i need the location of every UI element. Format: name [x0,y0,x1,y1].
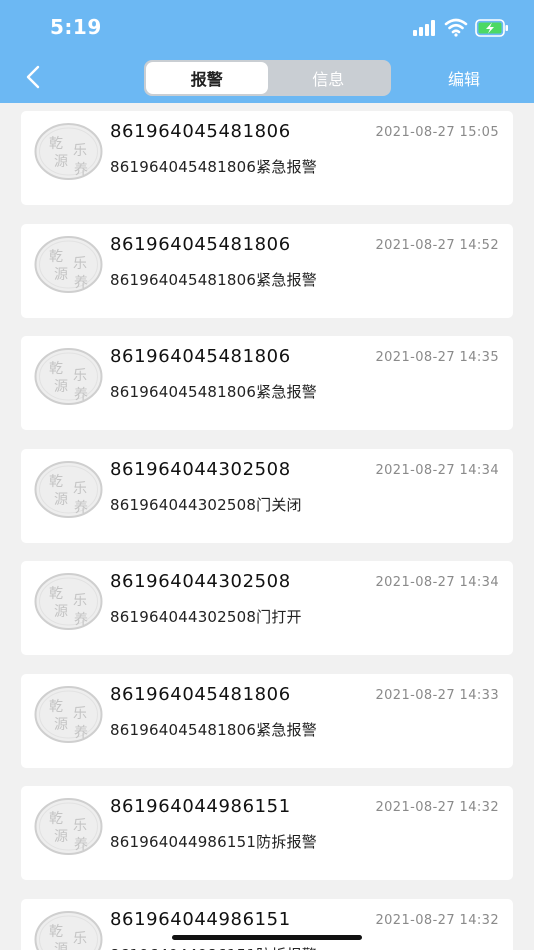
avatar-char: 源 [54,604,68,620]
avatar-char: 源 [54,942,68,950]
avatar-char: 乾 [49,699,63,715]
alert-message: 861964045481806紧急报警 [110,720,317,739]
alert-card[interactable]: 乾 乐 源 养 861964045481806 2021-08-27 15:05 8… [21,111,513,205]
device-id: 861964044986151 [110,796,291,817]
avatar-char: 乐 [73,818,87,834]
logo-avatar-icon: 乾 乐 源 养 [34,798,103,855]
device-id: 861964045481806 [110,233,291,255]
avatar-char: 源 [54,829,68,845]
alert-time: 2021-08-27 14:34 [375,575,499,590]
device-id: 861964045481806 [110,683,291,705]
alert-message: 861964044986151防拆报警 [110,944,317,950]
logo-avatar-icon: 乾 乐 源 养 [34,235,103,293]
avatar-char: 养 [74,837,88,853]
avatar-char: 乾 [49,249,63,265]
alert-time: 2021-08-27 14:33 [375,687,499,703]
avatar-char: 养 [74,275,88,291]
avatar-char: 养 [74,162,88,178]
avatar-char: 乾 [49,924,63,940]
avatar-char: 乾 [49,361,63,377]
avatar-char: 乐 [73,593,87,609]
wifi-icon [444,18,468,37]
tab-alarm[interactable]: 报警 [146,62,268,94]
segment-control: 报警 信息 [144,60,391,96]
alert-message: 861964044302508门打开 [110,608,302,626]
avatar-char: 源 [54,379,68,395]
avatar-char: 乾 [49,586,63,602]
avatar-char: 源 [54,154,68,170]
logo-avatar-icon: 乾 乐 源 养 [34,573,103,630]
alert-card[interactable]: 乾 乐 源 养 861964044302508 2021-08-27 14:34 8… [21,448,513,543]
avatar-char: 乐 [73,706,87,722]
status-time: 5:19 [50,15,102,39]
avatar-char: 乐 [73,931,87,947]
alert-message: 861964045481806紧急报警 [110,383,317,401]
avatar-char: 乐 [73,368,87,384]
device-id: 861964045481806 [110,121,291,142]
alert-card[interactable]: 乾 乐 源 养 861964045481806 2021-08-27 14:35 8… [21,336,513,430]
avatar-char: 源 [54,267,68,283]
alert-message: 861964045481806紧急报警 [110,270,317,289]
app-header: 5:19 报警 信息 编辑 [0,0,534,103]
logo-avatar-icon: 乾 乐 源 养 [34,460,103,518]
back-button[interactable] [16,60,50,94]
avatar-char: 养 [74,387,88,403]
avatar-char: 源 [54,492,68,508]
alert-card[interactable]: 乾 乐 源 养 861964044302508 2021-08-27 14:34 8… [21,561,513,655]
alert-card[interactable]: 乾 乐 源 养 861964044986151 2021-08-27 14:32 8… [21,786,513,880]
alert-list[interactable]: 乾 乐 源 养 861964045481806 2021-08-27 15:05 8… [0,103,534,950]
avatar-char: 源 [54,717,68,733]
alert-message: 861964044302508门关闭 [110,495,302,514]
alert-card[interactable]: 乾 乐 源 养 861964044986151 2021-08-27 14:32 8… [21,898,513,950]
avatar-char: 乾 [49,136,63,152]
avatar-char: 乐 [73,256,87,272]
logo-avatar-icon: 乾 乐 源 养 [34,685,103,743]
alert-time: 2021-08-27 14:52 [375,237,499,253]
chevron-left-icon [26,65,40,89]
alert-time: 2021-08-27 14:35 [375,350,499,365]
alert-time: 2021-08-27 15:05 [375,125,499,140]
home-indicator [172,935,362,940]
alert-card[interactable]: 乾 乐 源 养 861964045481806 2021-08-27 14:52 8… [21,223,513,318]
avatar-char: 养 [74,725,88,741]
device-id: 861964044302508 [110,458,291,480]
battery-charging-icon [475,19,508,37]
tab-info[interactable]: 信息 [268,62,390,94]
nav-bar: 报警 信息 编辑 [0,52,534,103]
status-bar: 5:19 [0,0,534,52]
alert-card[interactable]: 乾 乐 源 养 861964045481806 2021-08-27 14:33 8… [21,673,513,768]
alert-time: 2021-08-27 14:34 [375,462,499,478]
logo-avatar-icon: 乾 乐 源 养 [34,910,103,950]
alert-time: 2021-08-27 14:32 [375,912,499,928]
avatar-char: 乾 [49,811,63,827]
avatar-char: 乾 [49,474,63,490]
avatar-char: 乐 [73,481,87,497]
edit-button[interactable]: 编辑 [448,66,480,90]
avatar-char: 养 [74,612,88,628]
device-id: 861964044302508 [110,571,291,592]
device-id: 861964044986151 [110,908,291,930]
alert-message: 861964044986151防拆报警 [110,833,317,851]
alert-message: 861964045481806紧急报警 [110,158,317,176]
logo-avatar-icon: 乾 乐 源 养 [34,123,103,180]
avatar-char: 养 [74,500,88,516]
alert-time: 2021-08-27 14:32 [375,800,499,815]
avatar-char: 乐 [73,143,87,159]
device-id: 861964045481806 [110,346,291,367]
logo-avatar-icon: 乾 乐 源 养 [34,348,103,405]
signal-icon [413,20,435,36]
